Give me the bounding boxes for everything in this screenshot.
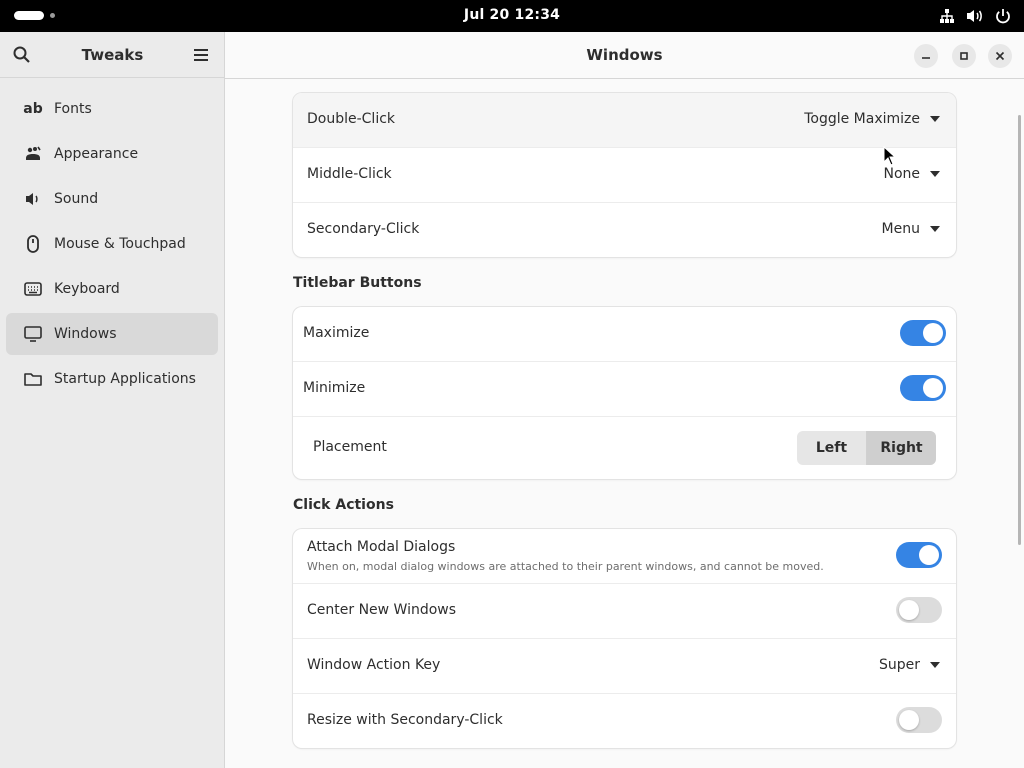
placement-left-button[interactable]: Left <box>797 431 866 465</box>
double-click-row[interactable]: Double-Click Toggle Maximize <box>293 93 956 148</box>
resize-secondary-click-toggle[interactable] <box>896 707 942 733</box>
minimize-icon <box>922 57 930 59</box>
secondary-click-label: Secondary-Click <box>307 221 420 237</box>
chevron-down-icon <box>930 116 940 122</box>
sidebar-item-label: Keyboard <box>54 281 120 297</box>
appearance-icon <box>24 145 42 163</box>
top-bar: Jul 20 12:34 <box>0 0 1024 32</box>
toggle-knob <box>899 710 919 730</box>
maximize-label: Maximize <box>303 325 370 341</box>
titlebar-buttons-heading: Titlebar Buttons <box>293 275 422 291</box>
minimize-row: Minimize <box>293 362 956 417</box>
secondary-click-dropdown[interactable]: Menu <box>882 221 940 237</box>
close-icon <box>995 51 1005 61</box>
sidebar-item-label: Startup Applications <box>54 371 196 387</box>
placement-segmented-control: Left Right <box>797 431 936 465</box>
sidebar: Tweaks ab Fonts Appearance Sound Mouse &… <box>0 32 225 768</box>
volume-icon <box>966 6 984 26</box>
hamburger-menu-icon[interactable] <box>191 45 211 65</box>
middle-click-value: None <box>883 166 920 182</box>
chevron-down-icon <box>930 662 940 668</box>
sidebar-item-keyboard[interactable]: Keyboard <box>6 268 218 310</box>
double-click-value: Toggle Maximize <box>804 111 920 127</box>
mouse-pointer-icon <box>883 145 897 166</box>
attach-modal-toggle[interactable] <box>896 542 942 568</box>
window-action-key-value: Super <box>878 657 920 673</box>
maximize-toggle[interactable] <box>900 320 946 346</box>
toggle-knob <box>899 600 919 620</box>
power-icon <box>994 6 1012 26</box>
titlebar-actions-card: Double-Click Toggle Maximize Middle-Clic… <box>293 93 956 257</box>
clock[interactable]: Jul 20 12:34 <box>0 7 1024 23</box>
middle-click-label: Middle-Click <box>307 166 392 182</box>
center-new-windows-label: Center New Windows <box>307 602 457 618</box>
mouse-icon <box>24 235 42 253</box>
maximize-icon <box>960 52 968 60</box>
toggle-knob <box>919 545 939 565</box>
secondary-click-value: Menu <box>881 221 920 237</box>
chevron-down-icon <box>930 226 940 232</box>
fonts-icon: ab <box>23 101 43 117</box>
double-click-label: Double-Click <box>307 111 396 127</box>
secondary-click-row[interactable]: Secondary-Click Menu <box>293 203 956 257</box>
sidebar-item-sound[interactable]: Sound <box>6 178 218 220</box>
resize-secondary-click-row: Resize with Secondary-Click <box>293 694 956 748</box>
placement-label: Placement <box>313 439 387 455</box>
keyboard-icon <box>24 280 42 298</box>
maximize-window-button[interactable] <box>952 44 976 68</box>
sidebar-nav: ab Fonts Appearance Sound Mouse & Touchp… <box>6 88 218 403</box>
toggle-knob <box>923 323 943 343</box>
toggle-knob <box>923 378 943 398</box>
scrollbar[interactable] <box>1018 115 1021 545</box>
middle-click-dropdown[interactable]: None <box>883 166 940 182</box>
sidebar-item-label: Sound <box>54 191 99 207</box>
minimize-toggle[interactable] <box>900 375 946 401</box>
minimize-label: Minimize <box>303 380 366 396</box>
clock-label: Jul 20 12:34 <box>463 7 561 23</box>
folder-icon <box>24 370 42 388</box>
sidebar-item-windows[interactable]: Windows <box>6 313 218 355</box>
minimize-window-button[interactable] <box>914 44 938 68</box>
sidebar-item-label: Fonts <box>54 101 92 117</box>
content-header: Windows <box>225 32 1024 79</box>
placement-row: Placement Left Right <box>293 417 956 479</box>
sidebar-item-mouse-touchpad[interactable]: Mouse & Touchpad <box>6 223 218 265</box>
close-window-button[interactable] <box>988 44 1012 68</box>
sidebar-item-fonts[interactable]: ab Fonts <box>6 88 218 130</box>
window-action-key-dropdown[interactable]: Super <box>879 657 940 673</box>
placement-right-button[interactable]: Right <box>867 431 936 465</box>
maximize-row: Maximize <box>293 307 956 362</box>
monitor-icon <box>24 325 42 343</box>
window-action-key-row[interactable]: Window Action Key Super <box>293 639 956 694</box>
attach-modal-description: When on, modal dialog windows are attach… <box>307 560 824 573</box>
system-tray[interactable] <box>938 6 1012 26</box>
sidebar-item-label: Windows <box>54 326 117 342</box>
window-action-key-label: Window Action Key <box>307 657 441 673</box>
sidebar-item-appearance[interactable]: Appearance <box>6 133 218 175</box>
center-new-windows-row: Center New Windows <box>293 584 956 639</box>
attach-modal-row: Attach Modal Dialogs When on, modal dial… <box>293 529 956 584</box>
sidebar-item-label: Appearance <box>54 146 139 162</box>
titlebar-buttons-card: Maximize Minimize Placement Left Right <box>293 307 956 479</box>
attach-modal-label: Attach Modal Dialogs <box>307 539 456 555</box>
double-click-dropdown[interactable]: Toggle Maximize <box>804 111 940 127</box>
center-new-windows-toggle[interactable] <box>896 597 942 623</box>
page-title: Windows <box>586 46 663 64</box>
sidebar-item-label: Mouse & Touchpad <box>54 236 186 252</box>
click-actions-card: Attach Modal Dialogs When on, modal dial… <box>293 529 956 748</box>
sidebar-header: Tweaks <box>0 32 225 78</box>
middle-click-row[interactable]: Middle-Click None <box>293 148 956 203</box>
resize-secondary-click-label: Resize with Secondary-Click <box>307 712 503 728</box>
chevron-down-icon <box>930 171 940 177</box>
click-actions-heading: Click Actions <box>293 497 394 513</box>
speaker-icon <box>24 190 42 208</box>
sidebar-item-startup-applications[interactable]: Startup Applications <box>6 358 218 400</box>
network-icon <box>938 6 956 26</box>
